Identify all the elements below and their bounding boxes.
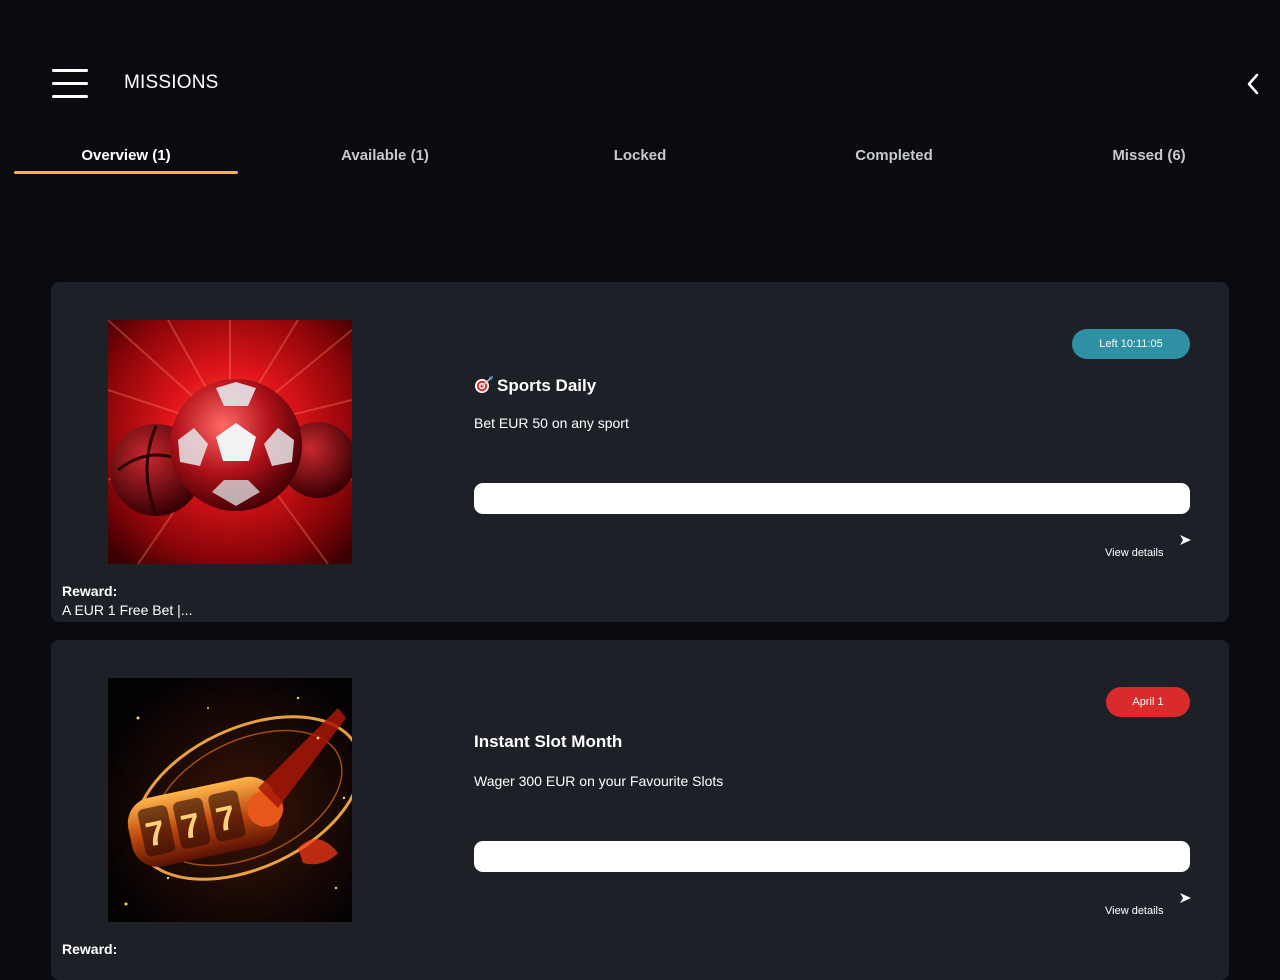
tab-completed[interactable]: Completed [782, 140, 1006, 174]
mission-description: Bet EUR 50 on any sport [474, 415, 629, 431]
tab-missed[interactable]: Missed (6) [1037, 140, 1261, 174]
reward-value: A EUR 1 Free Bet |... [62, 602, 193, 618]
mission-title: Sports Daily [474, 376, 596, 396]
progress-bar [474, 841, 1190, 872]
view-details-link[interactable]: View details [1105, 905, 1164, 917]
tab-locked[interactable]: Locked [528, 140, 752, 174]
reward-label: Reward: [62, 941, 118, 957]
time-left-badge: Left 10:11:05 [1072, 329, 1190, 359]
slot-reel-777-image: 7 7 7 [108, 678, 352, 922]
reward-label: Reward: [62, 583, 118, 599]
mission-description: Wager 300 EUR on your Favourite Slots [474, 773, 724, 789]
mission-card-sports-daily[interactable]: Reward: A EUR 1 Free Bet |... Left 10:11… [51, 282, 1229, 622]
sports-balls-image [108, 320, 352, 564]
tab-bar: Overview (1) Available (1) Locked Comple… [0, 140, 1280, 176]
view-details-link[interactable]: View details [1105, 547, 1164, 559]
mission-card-instant-slot-month[interactable]: 7 7 7 Reward: April 1 Instant Slot Month… [51, 640, 1229, 980]
deadline-badge: April 1 [1106, 687, 1190, 717]
mission-title: Instant Slot Month [474, 732, 623, 751]
arrow-right-icon[interactable] [1180, 535, 1191, 545]
tab-available[interactable]: Available (1) [273, 140, 497, 174]
tab-overview[interactable]: Overview (1) [14, 140, 238, 174]
target-dart-icon [474, 376, 494, 394]
chevron-left-icon[interactable] [1242, 72, 1264, 96]
progress-bar [474, 483, 1190, 514]
header: MISSIONS [0, 0, 1280, 130]
page-title: MISSIONS [124, 72, 219, 93]
hamburger-menu-icon[interactable] [52, 69, 88, 99]
mission-title-text: Sports Daily [497, 376, 597, 395]
arrow-right-icon[interactable] [1180, 893, 1191, 903]
